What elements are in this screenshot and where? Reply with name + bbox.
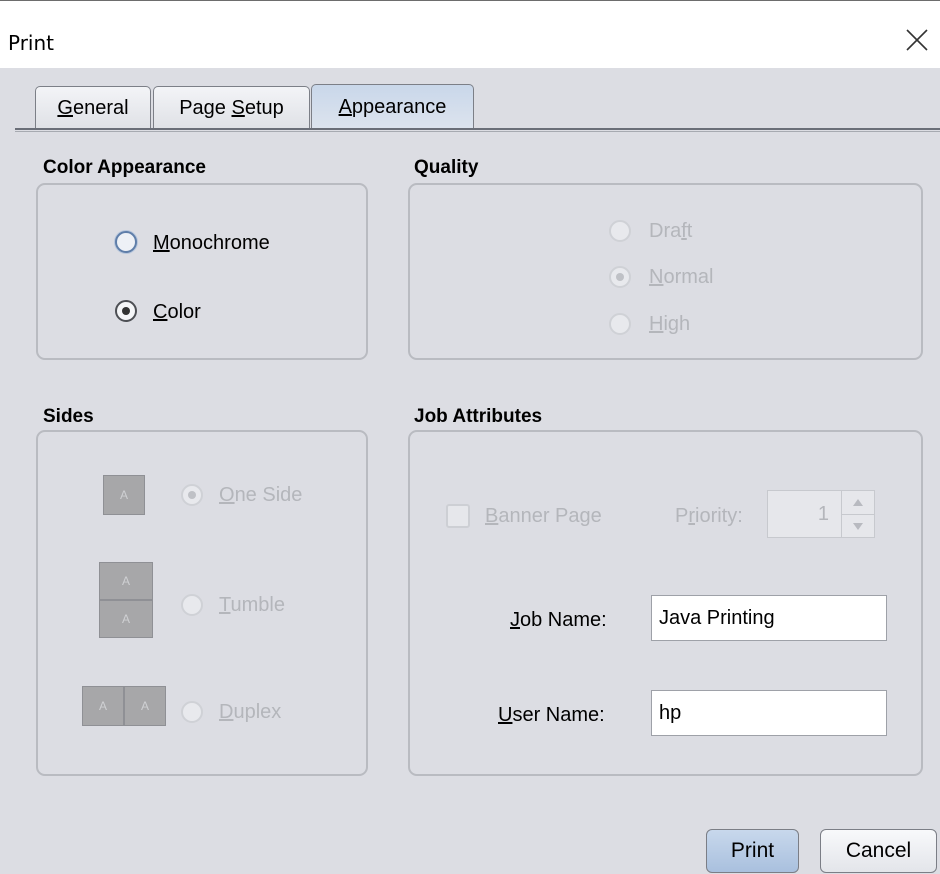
tab-label: General bbox=[57, 96, 129, 119]
tab-general[interactable]: General bbox=[35, 86, 151, 129]
tumble-page-bottom-icon: A bbox=[99, 600, 153, 638]
color-appearance-title: Color Appearance bbox=[43, 157, 206, 178]
banner-page-checkbox[interactable] bbox=[446, 504, 470, 528]
tab-divider bbox=[15, 128, 940, 130]
cancel-button[interactable]: Cancel bbox=[820, 829, 937, 873]
draft-label[interactable]: Draft bbox=[649, 220, 692, 243]
priority-increment-button[interactable] bbox=[841, 491, 874, 515]
one-side-page-icon: A bbox=[103, 475, 145, 515]
duplex-page-left-icon: A bbox=[82, 686, 124, 726]
color-appearance-group bbox=[36, 183, 368, 360]
priority-decrement-button[interactable] bbox=[841, 515, 874, 538]
job-name-label: Job Name: bbox=[510, 609, 607, 631]
tumble-label[interactable]: Tumble bbox=[219, 594, 285, 617]
draft-radio[interactable] bbox=[609, 220, 631, 242]
monochrome-label[interactable]: Monochrome bbox=[153, 232, 270, 255]
duplex-radio[interactable] bbox=[181, 701, 203, 723]
job-attributes-title: Job Attributes bbox=[414, 406, 543, 427]
close-icon[interactable] bbox=[904, 27, 930, 53]
one-side-radio[interactable] bbox=[181, 484, 203, 506]
duplex-page-right-icon: A bbox=[124, 686, 166, 726]
tab-label: Page Setup bbox=[179, 96, 284, 119]
user-name-field[interactable]: hp bbox=[651, 690, 887, 736]
user-name-label: User Name: bbox=[498, 704, 605, 726]
normal-label[interactable]: Normal bbox=[649, 266, 713, 289]
window-title: Print bbox=[8, 31, 55, 55]
tumble-radio[interactable] bbox=[181, 594, 203, 616]
tab-divider-shadow bbox=[15, 131, 940, 132]
print-button[interactable]: Print bbox=[706, 829, 799, 873]
tab-label: Appearance bbox=[338, 96, 447, 118]
tab-appearance[interactable]: Appearance bbox=[311, 84, 474, 130]
job-name-field[interactable]: Java Printing bbox=[651, 595, 887, 641]
one-side-label[interactable]: One Side bbox=[219, 484, 302, 507]
monochrome-radio[interactable] bbox=[115, 231, 137, 253]
title-bar: Print bbox=[0, 0, 940, 69]
arrow-down-icon bbox=[853, 523, 863, 530]
quality-title: Quality bbox=[414, 157, 479, 178]
priority-value: 1 bbox=[817, 503, 829, 525]
arrow-up-icon bbox=[853, 499, 863, 506]
color-label[interactable]: Color bbox=[153, 301, 201, 324]
high-radio[interactable] bbox=[609, 313, 631, 335]
priority-label: Priority: bbox=[675, 505, 743, 527]
banner-page-label[interactable]: Banner Page bbox=[485, 505, 602, 528]
duplex-label[interactable]: Duplex bbox=[219, 701, 281, 724]
high-label[interactable]: High bbox=[649, 313, 690, 336]
tab-page-setup[interactable]: Page Setup bbox=[153, 86, 310, 129]
normal-radio[interactable] bbox=[609, 266, 631, 288]
sides-title: Sides bbox=[43, 406, 94, 427]
priority-spinner[interactable]: 1 bbox=[767, 490, 875, 538]
color-radio[interactable] bbox=[115, 300, 137, 322]
tumble-page-top-icon: A bbox=[99, 562, 153, 600]
